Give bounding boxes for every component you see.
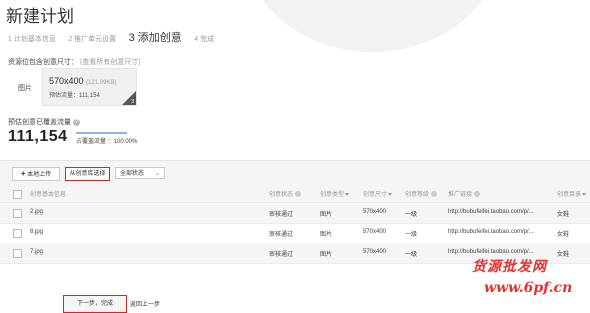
coverage-percent: 占覆盖流量 ：100.00% (76, 139, 138, 145)
size-dimensions: 570x400 (121.09KB) (49, 76, 116, 86)
estimate-value: 111,154 (8, 128, 68, 145)
chevron-down-icon: ⌄ (154, 171, 160, 177)
size-value: 570x400 (49, 76, 84, 86)
local-upload-label: 本地上传 (27, 172, 52, 178)
estimate-label: 预估创意已覆盖流量 ? (8, 117, 80, 127)
col-header-level-text: 创意等级 (405, 192, 430, 198)
row-size: 570x400 (363, 229, 387, 235)
row-status: 审核通过 (269, 232, 294, 238)
sort-arrow-icon (582, 192, 587, 196)
sort-arrow-icon (388, 192, 393, 196)
row-type: 图片 (320, 232, 333, 238)
creative-size-card[interactable]: 570x400 (121.09KB) 预估流量：111,154 3 (42, 68, 137, 106)
col-header-dir[interactable]: 创意目录 (557, 189, 587, 198)
col-header-type-text: 创意类型 (320, 192, 345, 198)
row-name: 2.jpg (30, 209, 44, 215)
step-1: 1 计划基本信息 (8, 36, 56, 43)
col-header-status: 创意状态 (269, 189, 301, 198)
row-checkbox[interactable] (13, 229, 22, 238)
row-type: 图片 (320, 252, 333, 258)
sort-arrow-icon (345, 192, 350, 196)
row-url[interactable]: http://bubufeifei.taobao.com/p/... (448, 249, 534, 255)
view-all-sizes-link[interactable]: (查看所有创意尺寸) (80, 59, 141, 66)
select-all-checkbox[interactable] (13, 190, 22, 199)
col-header-status-text: 创意状态 (269, 192, 294, 198)
status-filter-value: 全部状态 (120, 171, 145, 177)
coverage-bar (76, 132, 127, 134)
creative-type-label: 图片 (18, 85, 32, 92)
help-icon[interactable]: ? (72, 118, 80, 126)
local-upload-button[interactable]: + 本地上传 (12, 167, 60, 181)
coverage-indicator: 占覆盖流量 ：100.00% (76, 132, 137, 145)
size-kb: (121.09KB) (86, 80, 117, 86)
row-level: 一级 (405, 212, 418, 218)
count-badge-number: 3 (131, 99, 134, 105)
row-dir: 女鞋 (557, 212, 570, 218)
col-header-dir-text: 创意目录 (557, 192, 582, 198)
select-from-library-button[interactable]: 从创意库选择 (65, 167, 110, 181)
size-section-label: 资源位包含创意尺寸： (查看所有创意尺寸) (8, 57, 141, 67)
row-status: 审核通过 (269, 252, 294, 258)
size-traffic: 预估流量：111,154 (49, 93, 100, 99)
step-2: 2 推广单元设置 (68, 36, 117, 43)
row-url[interactable]: http://bubufeifei.taobao.com/p/... (448, 209, 534, 215)
col-header-size[interactable]: 创意尺寸 (363, 189, 393, 198)
col-header-url: 推广链接 (448, 189, 480, 198)
next-finish-button[interactable]: 下一步，完成 (63, 295, 127, 313)
col-header-info: 创意基本信息 (30, 192, 67, 198)
row-url[interactable]: http://bubufeifei.taobao.com/p/... (448, 229, 534, 235)
row-size: 570x400 (363, 209, 387, 215)
status-filter-select[interactable]: 全部状态 ⌄ (115, 167, 165, 179)
col-header-url-text: 推广链接 (448, 192, 473, 198)
help-icon[interactable] (473, 191, 480, 198)
step-4: 4 完成 (194, 36, 215, 43)
size-label-text: 资源位包含创意尺寸： (8, 59, 78, 66)
col-header-size-text: 创意尺寸 (363, 192, 388, 198)
background-decoration (245, 0, 500, 52)
row-checkbox[interactable] (13, 209, 22, 218)
col-header-level: 创意等级 (405, 189, 437, 198)
help-icon[interactable] (430, 191, 437, 198)
step-3-active: 3 添加创意 (128, 32, 182, 44)
row-size: 570x400 (363, 249, 387, 255)
row-level: 一级 (405, 252, 418, 258)
col-header-type[interactable]: 创意类型 (320, 189, 350, 198)
row-checkbox[interactable] (13, 249, 22, 258)
page-title: 新建计划 (6, 7, 74, 26)
row-status: 审核通过 (269, 212, 294, 218)
row-level: 一级 (405, 232, 418, 238)
estimate-label-text: 预估创意已覆盖流量 (8, 119, 71, 126)
watermark-url: www.6pf.cn (484, 280, 573, 296)
watermark-title: 货源批发网 (472, 259, 547, 275)
step-indicator: 1 计划基本信息 2 推广单元设置 3 添加创意 4 完成 (8, 28, 222, 46)
plus-icon: + (20, 169, 26, 178)
row-name: 8.jpg (30, 229, 44, 235)
row-dir: 女鞋 (557, 232, 570, 238)
row-name: 7.jpg (30, 249, 44, 255)
back-link[interactable]: 返回上一步 (130, 299, 160, 308)
help-icon[interactable] (294, 191, 301, 198)
row-type: 图片 (320, 212, 333, 218)
watermark: 货源批发网 www.6pf.cn (472, 256, 590, 306)
